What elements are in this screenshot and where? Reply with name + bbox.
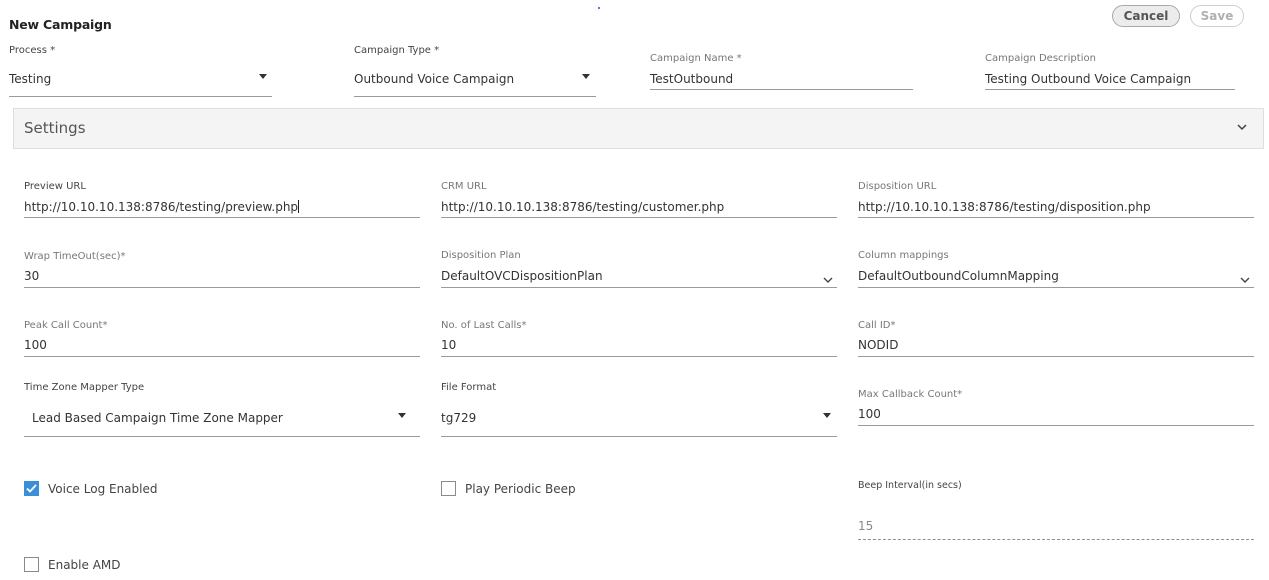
disposition-url-label: Disposition URL	[858, 181, 937, 192]
enable-amd-label: Enable AMD	[48, 557, 121, 572]
cancel-button[interactable]: Cancel	[1112, 5, 1180, 27]
max-callback-underline	[858, 425, 1254, 426]
save-button[interactable]: Save	[1190, 5, 1244, 27]
max-callback-value: 100	[858, 407, 881, 421]
periodic-beep-toggle[interactable]: Play Periodic Beep	[441, 481, 576, 496]
wrap-timeout-underline	[24, 287, 420, 288]
disposition-url-input[interactable]: http://10.10.10.138:8786/testing/disposi…	[858, 196, 1254, 219]
crm-url-underline	[441, 217, 837, 218]
beep-interval-label: Beep Interval(in secs)	[858, 480, 962, 491]
voice-log-checkbox[interactable]	[24, 481, 39, 496]
campaign-description-underline	[985, 89, 1235, 90]
wrap-timeout-value: 30	[24, 269, 40, 283]
caret-down-icon	[398, 413, 406, 418]
caret-down-icon	[259, 74, 267, 79]
crm-url-value: http://10.10.10.138:8786/testing/custome…	[441, 200, 725, 214]
call-id-value: NODID	[858, 338, 899, 352]
preview-url-input[interactable]: http://10.10.10.138:8786/testing/preview…	[24, 196, 420, 219]
campaign-description-label: Campaign Description	[985, 53, 1096, 64]
preview-url-underline	[24, 217, 420, 218]
time-zone-mapper-label: Time Zone Mapper Type	[24, 382, 145, 393]
disposition-plan-select[interactable]: DefaultOVCDispositionPlan	[441, 265, 837, 289]
check-icon	[26, 484, 37, 493]
disposition-url-value: http://10.10.10.138:8786/testing/disposi…	[858, 200, 1151, 214]
page-title: New Campaign	[9, 17, 112, 32]
settings-title: Settings	[24, 119, 86, 137]
call-id-input[interactable]: NODID	[858, 334, 1254, 358]
voice-log-toggle[interactable]: Voice Log Enabled	[24, 481, 158, 496]
peak-call-count-label: Peak Call Count*	[24, 320, 108, 331]
loading-dot	[598, 7, 600, 9]
periodic-beep-label: Play Periodic Beep	[465, 481, 576, 496]
time-zone-mapper-underline	[24, 436, 420, 437]
beep-interval-input[interactable]: 15	[858, 515, 1254, 541]
column-mappings-value: DefaultOutboundColumnMapping	[858, 269, 1059, 283]
crm-url-label: CRM URL	[441, 181, 487, 192]
disposition-plan-label: Disposition Plan	[441, 250, 521, 261]
disposition-plan-underline	[441, 287, 837, 288]
last-calls-label: No. of Last Calls*	[441, 320, 527, 331]
file-format-select[interactable]: tg729	[441, 402, 837, 437]
max-callback-input[interactable]: 100	[858, 403, 1254, 427]
campaign-name-value: TestOutbound	[650, 72, 734, 86]
max-callback-label: Max Callback Count*	[858, 389, 963, 400]
chevron-down-icon	[1240, 277, 1250, 283]
campaign-type-label: Campaign Type *	[354, 45, 440, 56]
column-mappings-label: Column mappings	[858, 250, 949, 261]
disposition-url-underline	[858, 217, 1254, 218]
file-format-label: File Format	[441, 382, 497, 393]
preview-url-value: http://10.10.10.138:8786/testing/preview…	[24, 200, 300, 214]
settings-panel-header[interactable]	[13, 108, 1264, 149]
last-calls-value: 10	[441, 338, 457, 352]
campaign-type-underline	[354, 96, 596, 97]
file-format-value: tg729	[441, 411, 477, 425]
beep-interval-underline	[858, 539, 1254, 540]
column-mappings-select[interactable]: DefaultOutboundColumnMapping	[858, 265, 1254, 289]
campaign-name-underline	[650, 89, 913, 90]
campaign-description-value: Testing Outbound Voice Campaign	[985, 72, 1192, 86]
last-calls-input[interactable]: 10	[441, 334, 837, 358]
caret-down-icon	[823, 413, 831, 418]
peak-call-count-underline	[24, 356, 420, 357]
periodic-beep-checkbox[interactable]	[441, 481, 456, 496]
beep-interval-value: 15	[858, 519, 874, 533]
process-select[interactable]: Testing	[9, 64, 272, 97]
process-label: Process *	[9, 45, 56, 56]
campaign-type-value: Outbound Voice Campaign	[354, 72, 515, 86]
call-id-underline	[858, 356, 1254, 357]
enable-amd-toggle[interactable]: Enable AMD	[24, 557, 121, 572]
process-underline	[9, 96, 272, 97]
crm-url-input[interactable]: http://10.10.10.138:8786/testing/custome…	[441, 196, 837, 219]
last-calls-underline	[441, 356, 837, 357]
caret-down-icon	[582, 74, 590, 79]
peak-call-count-value: 100	[24, 338, 47, 352]
campaign-name-input[interactable]: TestOutbound	[650, 68, 913, 91]
peak-call-count-input[interactable]: 100	[24, 334, 420, 358]
file-format-underline	[441, 436, 837, 437]
disposition-plan-value: DefaultOVCDispositionPlan	[441, 269, 603, 283]
chevron-down-icon	[823, 277, 833, 283]
wrap-timeout-label: Wrap TimeOut(sec)*	[24, 251, 126, 262]
time-zone-mapper-select[interactable]: Lead Based Campaign Time Zone Mapper	[24, 402, 420, 437]
preview-url-label: Preview URL	[24, 181, 86, 192]
call-id-label: Call ID*	[858, 320, 896, 331]
campaign-description-input[interactable]: Testing Outbound Voice Campaign	[985, 68, 1235, 91]
time-zone-mapper-value: Lead Based Campaign Time Zone Mapper	[32, 411, 283, 425]
chevron-down-icon[interactable]	[1237, 123, 1247, 131]
campaign-type-select[interactable]: Outbound Voice Campaign	[354, 64, 596, 97]
enable-amd-checkbox[interactable]	[24, 557, 39, 572]
column-mappings-underline	[858, 287, 1254, 288]
text-cursor	[298, 200, 300, 213]
voice-log-label: Voice Log Enabled	[48, 481, 158, 496]
campaign-name-label: Campaign Name *	[650, 53, 742, 64]
process-value: Testing	[9, 72, 52, 86]
wrap-timeout-input[interactable]: 30	[24, 265, 420, 289]
